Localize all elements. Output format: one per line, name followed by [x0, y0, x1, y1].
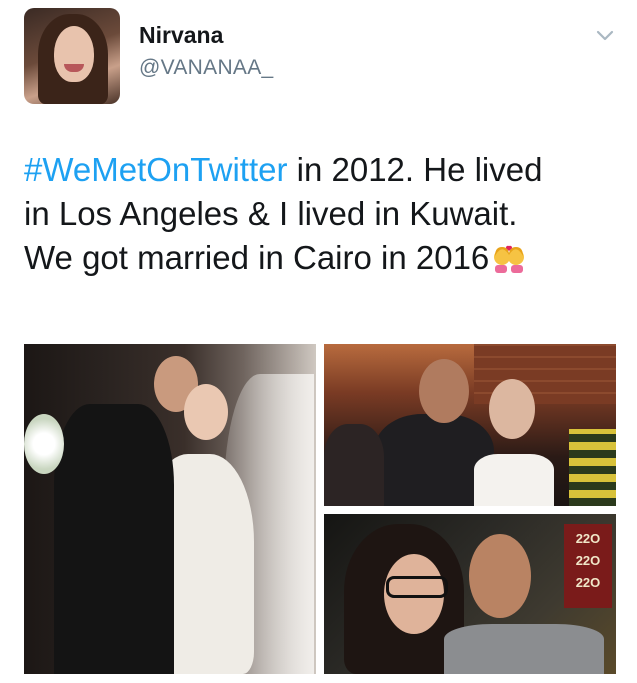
tweet-line-1-text: in 2012. He lived [287, 151, 543, 188]
tweet-line-1: #WeMetOnTwitter in 2012. He lived [24, 148, 624, 192]
photo-man-face [419, 359, 469, 423]
photo-sign: 22O 22O 22O [564, 524, 612, 608]
photo-left-person [324, 424, 384, 506]
photo-selfie[interactable]: 22O 22O 22O [324, 514, 616, 674]
avatar-face [54, 26, 94, 82]
photo-bride-face [184, 384, 228, 440]
couple-with-heart-emoji-icon [494, 245, 525, 273]
photo-sign-text-2: 22O [575, 553, 601, 568]
photo-glasses [386, 576, 448, 598]
photo-flowers [24, 414, 64, 474]
tweet-text: #WeMetOnTwitter in 2012. He lived in Los… [24, 148, 624, 280]
photo-man-shirt [444, 624, 604, 674]
photo-woman-face [489, 379, 535, 439]
photo-wedding[interactable] [24, 344, 316, 674]
photo-groom-suit [54, 404, 174, 674]
display-name[interactable]: Nirvana [139, 22, 223, 49]
tweet-line-2: in Los Angeles & I lived in Kuwait. [24, 195, 518, 232]
photo-sign-text-1: 22O [575, 531, 601, 546]
photo-restaurant[interactable] [324, 344, 616, 506]
tweet-line-3: We got married in Cairo in 2016 [24, 236, 624, 280]
hashtag-link[interactable]: #WeMetOnTwitter [24, 151, 287, 188]
chevron-down-icon[interactable] [596, 30, 614, 42]
user-handle[interactable]: @VANANAA_ [139, 56, 274, 80]
photo-woman-top [474, 454, 554, 506]
photo-sign-text-3: 22O [575, 575, 601, 590]
photo-man-face [469, 534, 531, 618]
tweet-line-3-text: We got married in Cairo in 2016 [24, 239, 490, 276]
avatar[interactable] [24, 8, 120, 104]
photo-striped-shirt [569, 429, 616, 506]
